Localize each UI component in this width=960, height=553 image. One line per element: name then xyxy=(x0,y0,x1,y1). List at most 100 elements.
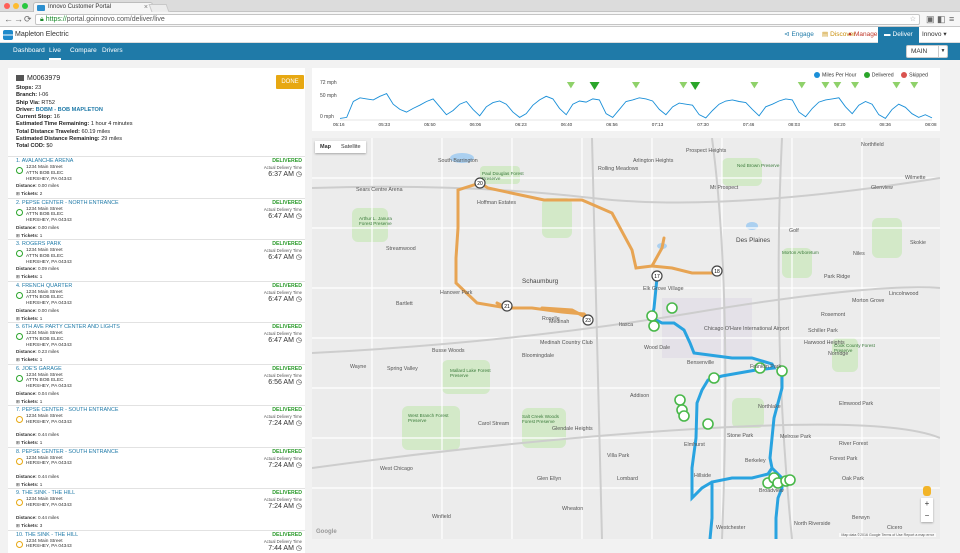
delivery-marker[interactable] xyxy=(646,310,658,322)
delivery-marker[interactable] xyxy=(750,82,759,89)
close-window-icon[interactable] xyxy=(4,3,10,9)
delivery-marker[interactable] xyxy=(632,82,640,89)
stop-tickets[interactable]: ⊞ Tickets: 1 xyxy=(16,274,42,280)
delivery-marker[interactable] xyxy=(678,410,690,422)
place-label: West Chicago xyxy=(380,466,413,472)
delivery-marker[interactable] xyxy=(851,82,860,89)
sub-navigation: Dashboard Live Compare Drivers MAIN ▼ xyxy=(0,43,960,60)
done-button[interactable]: DONE xyxy=(276,75,304,89)
stop-item[interactable]: 6. JOE'S GARAGE 1234 Main Street ATTN BOB … xyxy=(8,363,305,406)
route-marker[interactable]: 18 xyxy=(711,265,723,277)
tab-dashboard[interactable]: Dashboard xyxy=(13,43,45,60)
stop-item[interactable]: 2. PEPSE CENTER - NORTH ENTRANCE 1234 Mai… xyxy=(8,197,305,240)
stop-tickets[interactable]: ⊞ Tickets: 3 xyxy=(16,523,42,529)
stop-tickets[interactable]: ⊞ Tickets: 1 xyxy=(16,440,42,446)
delivery-marker[interactable] xyxy=(821,82,830,89)
close-tab-icon[interactable]: × xyxy=(144,3,148,12)
delivery-marker[interactable] xyxy=(566,82,575,89)
stop-item[interactable]: 8. PEPSE CENTER - SOUTH ENTRANCE 1234 Mai… xyxy=(8,446,305,489)
driver-link[interactable]: BOBM - BOB MAPLETON xyxy=(36,107,103,113)
nav-deliver[interactable]: ▬ Deliver xyxy=(878,27,919,43)
stop-item[interactable]: 4. FRENCH QUARTER 1234 Main Street ATTN BO… xyxy=(8,280,305,323)
stop-name[interactable]: 8. PEPSE CENTER - SOUTH ENTRANCE xyxy=(16,449,118,456)
delivery-marker[interactable] xyxy=(892,82,901,89)
stop-city: HERSHEY, PA 04343 xyxy=(26,218,72,224)
minimize-window-icon[interactable] xyxy=(13,3,19,9)
browser-tab[interactable]: Innovo Customer Portal × xyxy=(33,2,153,12)
menu-icon[interactable]: ≡ xyxy=(949,14,954,24)
delivery-marker[interactable] xyxy=(833,82,842,89)
delivery-marker[interactable] xyxy=(679,82,688,89)
extension-icon[interactable]: ▣ xyxy=(926,14,935,25)
stop-name[interactable]: 9. THE SINK - THE HILL xyxy=(16,490,75,497)
stop-item[interactable]: 1. AVALANCHE ARENA 1234 Main Street ATTN B… xyxy=(8,156,305,198)
stop-name[interactable]: 10. THE SINK - THE HILL xyxy=(16,532,78,539)
ticket-icon: ⊞ xyxy=(16,523,20,528)
delivery-marker[interactable] xyxy=(666,302,678,314)
tab-drivers[interactable]: Drivers xyxy=(102,43,123,60)
route-marker[interactable]: 23 xyxy=(582,314,594,326)
stop-name[interactable]: 6. JOE'S GARAGE xyxy=(16,366,62,373)
stop-item[interactable]: 10. THE SINK - THE HILL 1234 Main Street H… xyxy=(8,529,305,553)
stop-name[interactable]: 4. FRENCH QUARTER xyxy=(16,283,72,290)
delivery-marker[interactable] xyxy=(784,474,796,486)
place-label: Sears Centre Arena xyxy=(356,187,403,193)
street-view-pegman-icon[interactable] xyxy=(923,486,931,496)
nav-engage[interactable]: ⊲ Engage xyxy=(778,27,820,43)
map-attribution[interactable]: Map data ©2016 Google Terms of Use Repor… xyxy=(839,533,936,537)
delivery-marker[interactable] xyxy=(674,394,686,406)
branch-select[interactable]: MAIN ▼ xyxy=(906,45,948,58)
delivery-marker[interactable] xyxy=(690,82,701,90)
zoom-in-button[interactable]: + xyxy=(921,498,933,510)
route-marker[interactable]: 21 xyxy=(501,300,513,312)
clock-icon: ◷ xyxy=(295,378,302,386)
delivery-marker[interactable] xyxy=(702,418,714,430)
park-label: Salt Creek Woods Forest Preserve xyxy=(522,414,559,424)
place-label: Wood Dale xyxy=(644,345,671,351)
tab-live[interactable]: Live xyxy=(49,43,61,60)
stop-tickets[interactable]: ⊞ Tickets: 1 xyxy=(16,357,42,363)
reload-icon[interactable]: ⟳ xyxy=(24,14,32,25)
delivered-check-icon xyxy=(16,208,23,216)
stop-item[interactable]: 3. ROGERS PARK 1234 Main Street ATTN BOB E… xyxy=(8,239,305,281)
stop-name[interactable]: 1. AVALANCHE ARENA xyxy=(16,158,73,165)
stop-tickets-value: 1 xyxy=(39,315,43,321)
stop-item[interactable]: 5. 6TH AVE PARTY CENTER AND LIGHTS 1234 M… xyxy=(8,322,305,364)
stop-item[interactable]: 9. THE SINK - THE HILL 1234 Main Street HE… xyxy=(8,488,305,530)
delivery-marker[interactable] xyxy=(648,320,660,332)
nav-innovo[interactable]: Innovo ▾ xyxy=(916,27,953,43)
forward-icon[interactable]: → xyxy=(14,14,23,25)
maximize-window-icon[interactable] xyxy=(22,3,28,9)
stop-tickets[interactable]: ⊞ Tickets: 1 xyxy=(16,316,42,322)
new-tab-button[interactable] xyxy=(148,4,170,12)
bookmark-star-icon[interactable]: ☆ xyxy=(910,15,916,24)
current-stop-value: 16 xyxy=(53,114,60,121)
map-type-satellite[interactable]: Satellite xyxy=(336,141,366,153)
delivery-marker[interactable] xyxy=(797,82,806,89)
delivery-marker[interactable] xyxy=(589,82,600,90)
tab-compare[interactable]: Compare xyxy=(70,43,97,60)
delivery-marker[interactable] xyxy=(910,82,919,89)
stop-name[interactable]: 2. PEPSE CENTER - NORTH ENTRANCE xyxy=(16,200,119,207)
stop-tickets[interactable]: ⊞ Tickets: 1 xyxy=(16,233,42,239)
delivery-marker[interactable] xyxy=(708,372,720,384)
url-input[interactable]: 🔒︎ https://portal.goinnovo.com/deliver/li… xyxy=(35,14,920,25)
stop-name[interactable]: 5. 6TH AVE PARTY CENTER AND LIGHTS xyxy=(16,324,120,331)
map-type-toggle[interactable]: Map Satellite xyxy=(315,141,366,153)
route-map[interactable]: 20 17 18 23 21 Schaumburg Des Plaines Elk Grov… xyxy=(312,138,940,539)
delivered-check-icon xyxy=(16,457,23,465)
stop-item[interactable]: 7. PEPSE CENTER - SOUTH ENTRANCE 1234 Mai… xyxy=(8,405,305,447)
stop-tickets-value: 1 xyxy=(39,232,43,238)
stop-tickets[interactable]: ⊞ Tickets: 1 xyxy=(16,399,42,405)
map-type-map[interactable]: Map xyxy=(315,141,336,153)
stop-name[interactable]: 3. ROGERS PARK xyxy=(16,241,61,248)
route-marker[interactable]: 17 xyxy=(651,270,663,282)
stop-tickets-value: 3 xyxy=(39,523,43,528)
stop-name[interactable]: 7. PEPSE CENTER - SOUTH ENTRANCE xyxy=(16,407,118,414)
place-label: Niles xyxy=(853,251,865,257)
stop-tickets[interactable]: ⊞ Tickets: 1 xyxy=(16,482,42,488)
zoom-out-button[interactable]: − xyxy=(921,510,933,522)
stop-tickets[interactable]: ⊞ Tickets: 2 xyxy=(16,191,42,197)
extension-icon-2[interactable]: ◧ xyxy=(937,14,946,25)
back-icon[interactable]: ← xyxy=(4,14,13,25)
